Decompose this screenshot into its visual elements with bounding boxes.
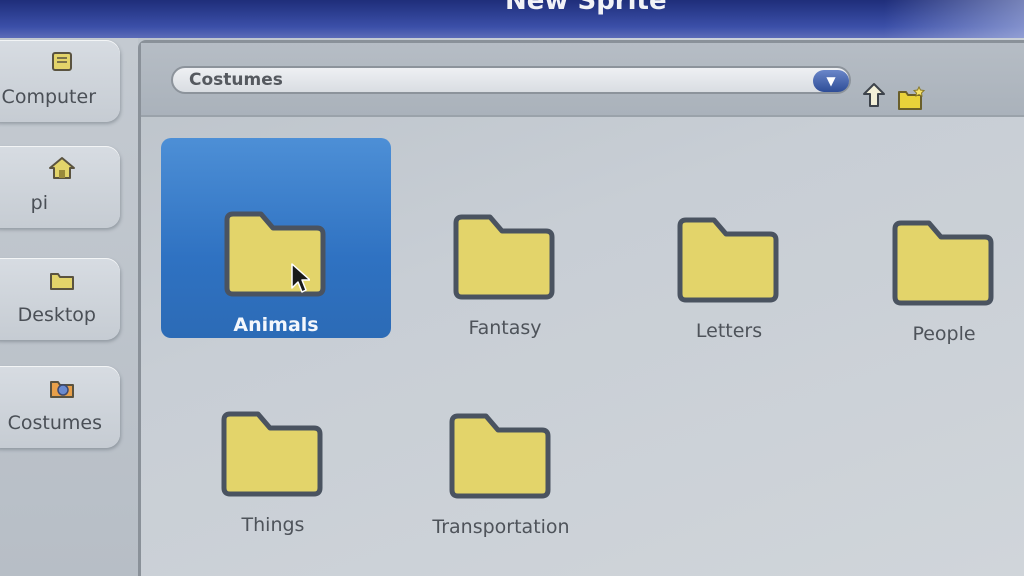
folder-label: People bbox=[912, 323, 976, 345]
computer-icon bbox=[52, 52, 72, 71]
sidebar-item-computer[interactable]: Computer bbox=[0, 40, 120, 122]
folder-icon bbox=[453, 214, 555, 300]
home-icon bbox=[49, 157, 75, 179]
sidebar-item-label: Costumes bbox=[7, 412, 102, 434]
new-folder-icon[interactable] bbox=[897, 85, 925, 111]
sidebar-item-label: Computer bbox=[1, 86, 96, 108]
mouse-cursor-icon bbox=[291, 263, 310, 293]
folder-label: Animals bbox=[233, 314, 319, 336]
folder-item-fantasy[interactable]: Fantasy bbox=[390, 141, 620, 341]
title-bar-highlight bbox=[884, 0, 1024, 38]
places-sidebar: Computer pi Desktop Costumes bbox=[0, 38, 138, 576]
path-combo-box[interactable]: Costumes bbox=[171, 66, 851, 94]
chevron-down-icon: ▼ bbox=[826, 74, 836, 88]
folder-item-letters[interactable]: Letters bbox=[614, 144, 844, 344]
title-bar: New Sprite bbox=[0, 0, 1024, 38]
sidebar-item-pi[interactable]: pi bbox=[0, 146, 120, 228]
folder-item-people[interactable]: People bbox=[829, 147, 1024, 347]
sidebar-item-costumes[interactable]: Costumes bbox=[0, 366, 120, 448]
folder-icon bbox=[221, 411, 323, 497]
current-path: Costumes bbox=[189, 70, 283, 90]
sidebar-item-label: Desktop bbox=[17, 304, 96, 326]
path-dropdown-button[interactable]: ▼ bbox=[813, 70, 849, 92]
folder-icon bbox=[50, 273, 74, 290]
costumes-icon bbox=[50, 381, 74, 398]
folder-icon bbox=[224, 211, 326, 297]
up-arrow-icon[interactable] bbox=[861, 81, 887, 109]
folder-icon bbox=[892, 220, 994, 306]
folder-label: Letters bbox=[695, 320, 763, 342]
folder-item-things[interactable]: Things bbox=[158, 338, 388, 538]
file-browser-pane: Costumes ▼ Animals Fantasy Letters Peopl… bbox=[138, 40, 1024, 576]
sidebar-item-desktop[interactable]: Desktop bbox=[0, 258, 120, 340]
folder-icon bbox=[449, 413, 551, 499]
window-title: New Sprite bbox=[505, 0, 667, 16]
folder-icon bbox=[677, 217, 779, 303]
folder-label: Transportation bbox=[432, 516, 570, 538]
folder-item-animals[interactable]: Animals bbox=[161, 138, 391, 338]
folder-label: Things bbox=[241, 514, 305, 536]
folder-item-transportation[interactable]: Transportation bbox=[386, 340, 616, 540]
folder-label: Fantasy bbox=[468, 317, 542, 339]
path-bar: Costumes ▼ bbox=[141, 43, 1024, 117]
sidebar-item-label: pi bbox=[30, 192, 48, 214]
